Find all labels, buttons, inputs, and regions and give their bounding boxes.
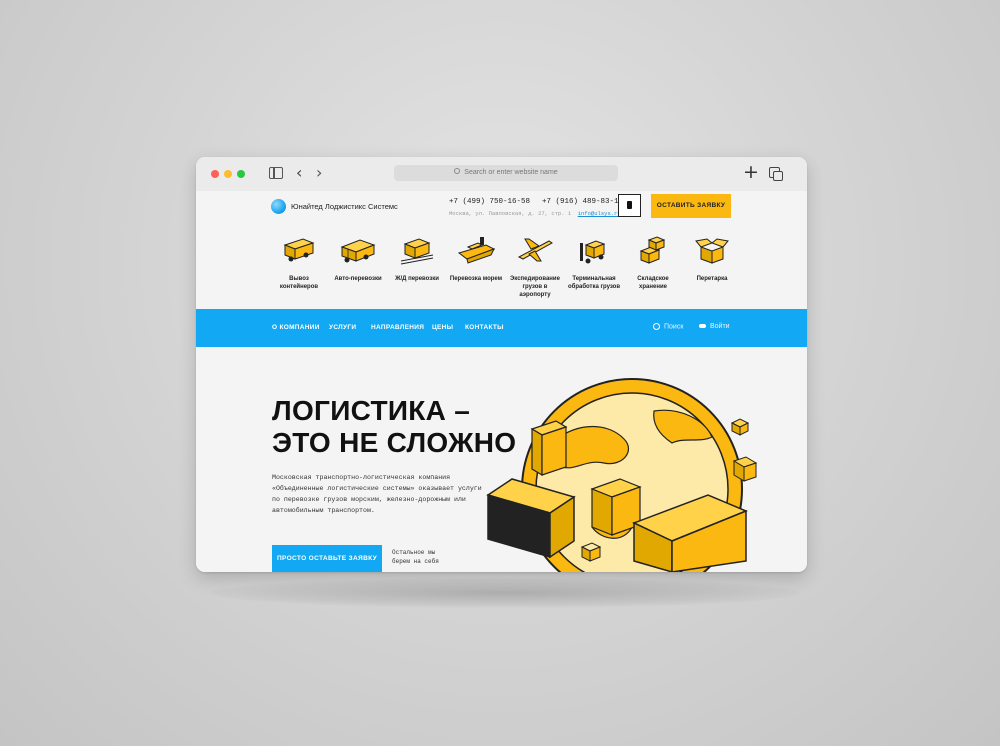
nav-search-label: Поиск bbox=[664, 323, 684, 331]
service-rail-transport[interactable]: Ж/Д перевозки bbox=[389, 231, 445, 283]
phone-2[interactable]: +7 (916) 489-83-14 bbox=[542, 198, 623, 206]
address-line: Москва, ул. Павловская, д. 27, стр. 1 in… bbox=[449, 210, 621, 217]
nav-prices[interactable]: ЦЕНЫ bbox=[432, 324, 453, 331]
close-window-button[interactable] bbox=[211, 170, 219, 178]
open-box-icon bbox=[695, 238, 729, 264]
train-icon bbox=[400, 238, 434, 265]
ship-icon bbox=[457, 237, 496, 264]
service-repacking[interactable]: Перетарка bbox=[684, 231, 740, 283]
submit-request-button[interactable]: ОСТАВИТЬ ЗАЯВКУ bbox=[651, 194, 731, 218]
service-label: Экспедирование грузов в аэропорту bbox=[510, 276, 560, 298]
website: Юнайтед Лоджистикс Системс +7 (499) 750-… bbox=[196, 191, 807, 572]
browser-window: ‹ › Search or enter website name + Юнайт… bbox=[196, 157, 807, 572]
nav-directions[interactable]: НАПРАВЛЕНИЯ bbox=[371, 324, 424, 331]
logo-text: Юнайтед Лоджистикс Системс bbox=[291, 202, 398, 211]
back-arrow-icon[interactable]: ‹ bbox=[296, 165, 302, 181]
hero-title: ЛОГИСТИКА – ЭТО НЕ СЛОЖНО bbox=[272, 395, 516, 459]
floor-shadow bbox=[210, 578, 800, 608]
service-warehouse-storage[interactable]: Складское хранение bbox=[625, 231, 681, 291]
email-link[interactable]: info@ulsys.ru bbox=[578, 210, 621, 217]
search-icon bbox=[454, 168, 461, 175]
nav-login[interactable]: Войти bbox=[699, 323, 730, 330]
browser-toolbar: ‹ › Search or enter website name + bbox=[196, 157, 807, 192]
nav-login-label: Войти bbox=[710, 323, 730, 330]
nav-services[interactable]: УСЛУГИ bbox=[329, 324, 356, 331]
forward-arrow-icon[interactable]: › bbox=[316, 165, 322, 181]
airplane-icon bbox=[517, 238, 553, 262]
call-phone-icon[interactable] bbox=[618, 194, 641, 217]
key-icon bbox=[699, 324, 706, 329]
address-bar[interactable]: Search or enter website name bbox=[394, 165, 618, 181]
services-menu: Вывоз контейнеров Авто-перевозки Ж/Д пер… bbox=[271, 231, 741, 303]
service-auto-transport[interactable]: Авто-перевозки bbox=[330, 231, 386, 283]
container-truck-icon bbox=[283, 238, 315, 262]
search-icon bbox=[653, 323, 660, 330]
hero-title-line-2: ЭТО НЕ СЛОЖНО bbox=[272, 427, 517, 458]
globe-logo-icon bbox=[271, 199, 286, 214]
service-label: Терминальная обработка грузов bbox=[567, 276, 621, 290]
service-label: Складское хранение bbox=[637, 276, 669, 290]
service-label: Перетарка bbox=[696, 276, 728, 282]
main-navigation: О КОМПАНИИ УСЛУГИ НАПРАВЛЕНИЯ ЦЕНЫ КОНТА… bbox=[196, 309, 807, 347]
boxes-icon bbox=[639, 236, 666, 264]
new-tab-plus-icon[interactable]: + bbox=[743, 163, 759, 182]
hero-note-line-2: берем на себя bbox=[392, 558, 439, 565]
hero-title-line-1: ЛОГИСТИКА – bbox=[272, 395, 471, 426]
nav-about[interactable]: О КОМПАНИИ bbox=[272, 324, 320, 331]
phone-1[interactable]: +7 (499) 750-16-58 bbox=[449, 198, 530, 206]
service-terminal-handling[interactable]: Терминальная обработка грузов bbox=[566, 231, 622, 291]
minimize-window-button[interactable] bbox=[224, 170, 232, 178]
hero-description: Московская транспортно-логистическая ком… bbox=[272, 474, 482, 514]
zoom-window-button[interactable] bbox=[237, 170, 245, 178]
truck-icon bbox=[340, 239, 376, 263]
hero-request-button[interactable]: ПРОСТО ОСТАВЬТЕ ЗАЯВКУ bbox=[272, 545, 382, 572]
globe-containers-illustration bbox=[486, 378, 758, 572]
service-container-removal[interactable]: Вывоз контейнеров bbox=[271, 231, 327, 291]
nav-search[interactable]: Поиск bbox=[653, 323, 683, 330]
service-sea-transport[interactable]: Перевозка морем bbox=[448, 231, 504, 283]
phone-numbers: +7 (499) 750-16-58 +7 (916) 489-83-14 bbox=[449, 198, 623, 206]
hero-note: Остальное мы берем на себя bbox=[392, 548, 439, 566]
forklift-icon bbox=[580, 240, 606, 264]
hero-note-line-1: Остальное мы bbox=[392, 549, 436, 556]
service-label: Вывоз контейнеров bbox=[279, 276, 319, 290]
service-label: Авто-перевозки bbox=[334, 276, 382, 282]
address-bar-placeholder: Search or enter website name bbox=[464, 169, 558, 176]
tab-overview-icon[interactable] bbox=[769, 167, 783, 181]
nav-contacts[interactable]: КОНТАКТЫ bbox=[465, 324, 504, 331]
address-text: Москва, ул. Павловская, д. 27, стр. 1 bbox=[449, 210, 572, 217]
service-airport-forwarding[interactable]: Экспедирование грузов в аэропорту bbox=[507, 231, 563, 299]
sidebar-toggle-icon[interactable] bbox=[269, 167, 283, 179]
service-label: Перевозка морем bbox=[449, 276, 503, 282]
service-label: Ж/Д перевозки bbox=[395, 276, 439, 282]
